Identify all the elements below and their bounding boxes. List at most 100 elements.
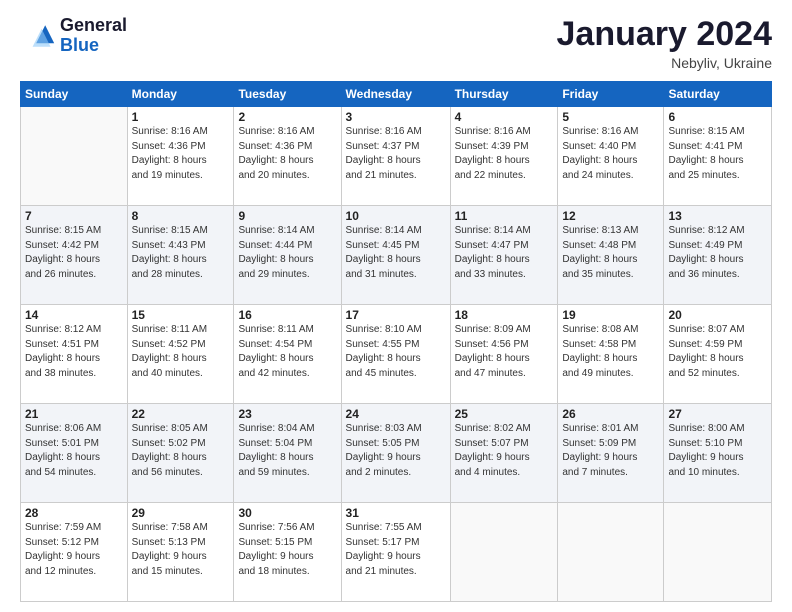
calendar-cell: 6Sunrise: 8:15 AM Sunset: 4:41 PM Daylig…	[664, 107, 772, 206]
weekday-header-monday: Monday	[127, 82, 234, 107]
day-number: 21	[25, 407, 123, 421]
day-number: 10	[346, 209, 446, 223]
day-number: 17	[346, 308, 446, 322]
day-info: Sunrise: 7:58 AM Sunset: 5:13 PM Dayligh…	[132, 521, 230, 579]
day-number: 6	[668, 110, 767, 124]
day-info: Sunrise: 8:14 AM Sunset: 4:45 PM Dayligh…	[346, 224, 446, 282]
day-number: 5	[562, 110, 659, 124]
day-info: Sunrise: 8:08 AM Sunset: 4:58 PM Dayligh…	[562, 323, 659, 381]
day-info: Sunrise: 8:14 AM Sunset: 4:44 PM Dayligh…	[238, 224, 336, 282]
day-info: Sunrise: 8:14 AM Sunset: 4:47 PM Dayligh…	[455, 224, 554, 282]
logo-line2: Blue	[60, 36, 127, 56]
day-number: 12	[562, 209, 659, 223]
day-number: 27	[668, 407, 767, 421]
calendar-cell: 15Sunrise: 8:11 AM Sunset: 4:52 PM Dayli…	[127, 305, 234, 404]
calendar-cell: 17Sunrise: 8:10 AM Sunset: 4:55 PM Dayli…	[341, 305, 450, 404]
day-info: Sunrise: 8:15 AM Sunset: 4:43 PM Dayligh…	[132, 224, 230, 282]
day-number: 28	[25, 506, 123, 520]
day-info: Sunrise: 8:05 AM Sunset: 5:02 PM Dayligh…	[132, 422, 230, 480]
calendar-cell: 27Sunrise: 8:00 AM Sunset: 5:10 PM Dayli…	[664, 404, 772, 503]
day-number: 9	[238, 209, 336, 223]
logo-text: General Blue	[60, 16, 127, 56]
day-number: 4	[455, 110, 554, 124]
day-number: 13	[668, 209, 767, 223]
day-number: 15	[132, 308, 230, 322]
logo-line1: General	[60, 16, 127, 36]
calendar-cell: 4Sunrise: 8:16 AM Sunset: 4:39 PM Daylig…	[450, 107, 558, 206]
day-info: Sunrise: 8:01 AM Sunset: 5:09 PM Dayligh…	[562, 422, 659, 480]
day-info: Sunrise: 8:12 AM Sunset: 4:49 PM Dayligh…	[668, 224, 767, 282]
day-number: 23	[238, 407, 336, 421]
title-block: January 2024 Nebyliv, Ukraine	[557, 16, 773, 71]
calendar-cell: 7Sunrise: 8:15 AM Sunset: 4:42 PM Daylig…	[21, 206, 128, 305]
day-info: Sunrise: 8:16 AM Sunset: 4:36 PM Dayligh…	[132, 125, 230, 183]
calendar-week-row: 21Sunrise: 8:06 AM Sunset: 5:01 PM Dayli…	[21, 404, 772, 503]
day-number: 20	[668, 308, 767, 322]
day-number: 2	[238, 110, 336, 124]
day-info: Sunrise: 8:10 AM Sunset: 4:55 PM Dayligh…	[346, 323, 446, 381]
day-info: Sunrise: 8:16 AM Sunset: 4:37 PM Dayligh…	[346, 125, 446, 183]
day-info: Sunrise: 8:06 AM Sunset: 5:01 PM Dayligh…	[25, 422, 123, 480]
day-number: 19	[562, 308, 659, 322]
weekday-header-tuesday: Tuesday	[234, 82, 341, 107]
day-number: 31	[346, 506, 446, 520]
calendar-cell: 14Sunrise: 8:12 AM Sunset: 4:51 PM Dayli…	[21, 305, 128, 404]
calendar-cell: 16Sunrise: 8:11 AM Sunset: 4:54 PM Dayli…	[234, 305, 341, 404]
day-number: 11	[455, 209, 554, 223]
calendar-cell: 31Sunrise: 7:55 AM Sunset: 5:17 PM Dayli…	[341, 503, 450, 602]
day-info: Sunrise: 8:16 AM Sunset: 4:39 PM Dayligh…	[455, 125, 554, 183]
calendar-week-row: 14Sunrise: 8:12 AM Sunset: 4:51 PM Dayli…	[21, 305, 772, 404]
day-info: Sunrise: 8:16 AM Sunset: 4:40 PM Dayligh…	[562, 125, 659, 183]
day-number: 29	[132, 506, 230, 520]
calendar-cell: 5Sunrise: 8:16 AM Sunset: 4:40 PM Daylig…	[558, 107, 664, 206]
calendar-cell: 24Sunrise: 8:03 AM Sunset: 5:05 PM Dayli…	[341, 404, 450, 503]
weekday-header-friday: Friday	[558, 82, 664, 107]
calendar-cell: 26Sunrise: 8:01 AM Sunset: 5:09 PM Dayli…	[558, 404, 664, 503]
day-number: 24	[346, 407, 446, 421]
day-number: 26	[562, 407, 659, 421]
calendar-cell: 9Sunrise: 8:14 AM Sunset: 4:44 PM Daylig…	[234, 206, 341, 305]
day-info: Sunrise: 8:02 AM Sunset: 5:07 PM Dayligh…	[455, 422, 554, 480]
calendar-header: SundayMondayTuesdayWednesdayThursdayFrid…	[21, 82, 772, 107]
day-info: Sunrise: 8:11 AM Sunset: 4:52 PM Dayligh…	[132, 323, 230, 381]
logo-icon	[20, 18, 56, 54]
day-info: Sunrise: 8:07 AM Sunset: 4:59 PM Dayligh…	[668, 323, 767, 381]
calendar-cell: 10Sunrise: 8:14 AM Sunset: 4:45 PM Dayli…	[341, 206, 450, 305]
page: General Blue January 2024 Nebyliv, Ukrai…	[0, 0, 792, 612]
calendar-cell	[558, 503, 664, 602]
weekday-header-thursday: Thursday	[450, 82, 558, 107]
calendar-body: 1Sunrise: 8:16 AM Sunset: 4:36 PM Daylig…	[21, 107, 772, 602]
calendar-cell: 2Sunrise: 8:16 AM Sunset: 4:36 PM Daylig…	[234, 107, 341, 206]
calendar-week-row: 28Sunrise: 7:59 AM Sunset: 5:12 PM Dayli…	[21, 503, 772, 602]
day-number: 18	[455, 308, 554, 322]
calendar-table: SundayMondayTuesdayWednesdayThursdayFrid…	[20, 81, 772, 602]
day-info: Sunrise: 8:00 AM Sunset: 5:10 PM Dayligh…	[668, 422, 767, 480]
day-number: 25	[455, 407, 554, 421]
calendar-week-row: 7Sunrise: 8:15 AM Sunset: 4:42 PM Daylig…	[21, 206, 772, 305]
calendar-cell: 1Sunrise: 8:16 AM Sunset: 4:36 PM Daylig…	[127, 107, 234, 206]
calendar-cell: 20Sunrise: 8:07 AM Sunset: 4:59 PM Dayli…	[664, 305, 772, 404]
day-number: 16	[238, 308, 336, 322]
calendar-cell: 25Sunrise: 8:02 AM Sunset: 5:07 PM Dayli…	[450, 404, 558, 503]
day-number: 1	[132, 110, 230, 124]
day-number: 3	[346, 110, 446, 124]
weekday-header-saturday: Saturday	[664, 82, 772, 107]
day-info: Sunrise: 8:09 AM Sunset: 4:56 PM Dayligh…	[455, 323, 554, 381]
day-number: 7	[25, 209, 123, 223]
day-info: Sunrise: 8:15 AM Sunset: 4:41 PM Dayligh…	[668, 125, 767, 183]
calendar-cell: 23Sunrise: 8:04 AM Sunset: 5:04 PM Dayli…	[234, 404, 341, 503]
calendar-cell	[664, 503, 772, 602]
day-info: Sunrise: 8:04 AM Sunset: 5:04 PM Dayligh…	[238, 422, 336, 480]
weekday-header-row: SundayMondayTuesdayWednesdayThursdayFrid…	[21, 82, 772, 107]
calendar-cell: 8Sunrise: 8:15 AM Sunset: 4:43 PM Daylig…	[127, 206, 234, 305]
calendar-cell: 3Sunrise: 8:16 AM Sunset: 4:37 PM Daylig…	[341, 107, 450, 206]
day-info: Sunrise: 8:16 AM Sunset: 4:36 PM Dayligh…	[238, 125, 336, 183]
weekday-header-wednesday: Wednesday	[341, 82, 450, 107]
day-number: 8	[132, 209, 230, 223]
calendar-cell: 30Sunrise: 7:56 AM Sunset: 5:15 PM Dayli…	[234, 503, 341, 602]
calendar-cell: 28Sunrise: 7:59 AM Sunset: 5:12 PM Dayli…	[21, 503, 128, 602]
day-number: 14	[25, 308, 123, 322]
calendar-cell: 19Sunrise: 8:08 AM Sunset: 4:58 PM Dayli…	[558, 305, 664, 404]
month-title: January 2024	[557, 16, 773, 53]
day-info: Sunrise: 7:55 AM Sunset: 5:17 PM Dayligh…	[346, 521, 446, 579]
